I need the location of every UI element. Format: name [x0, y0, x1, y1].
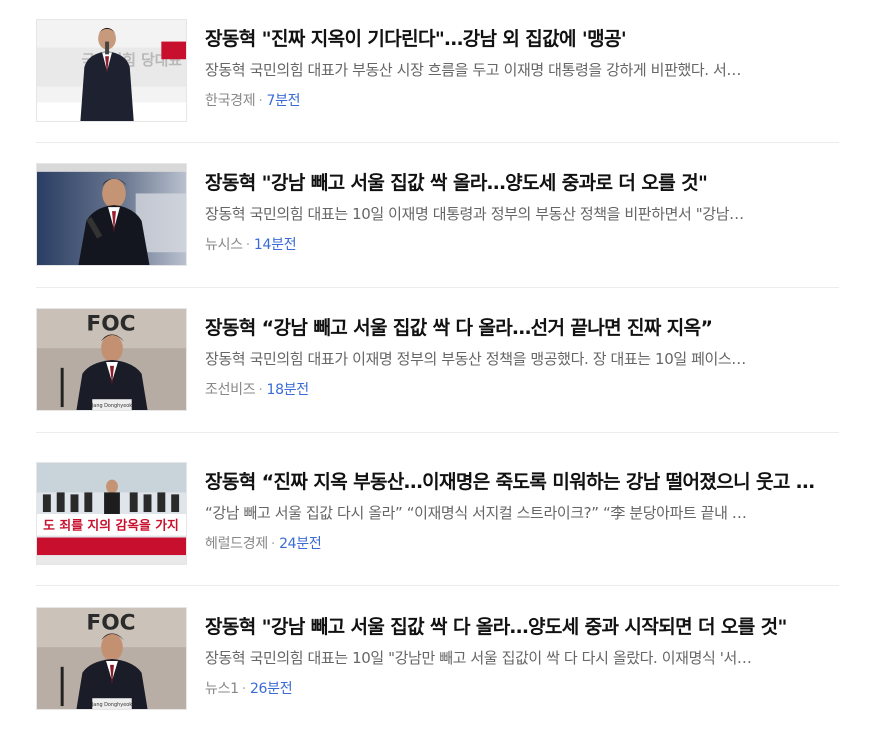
article-meta: 헤럴드경제 · 24분전	[205, 533, 322, 555]
meta-separator: ·	[258, 93, 263, 109]
press-name[interactable]: 헤럴드경제	[205, 536, 268, 552]
divider	[36, 287, 839, 288]
article-meta: 뉴스1 · 26분전	[205, 678, 293, 700]
news-item[interactable]: 장동혁 "강남 빼고 서울 집값 싹 올라…양도세 중과로 더 오를 것" 장동…	[36, 163, 839, 288]
article-title[interactable]: 장동혁 "강남 빼고 서울 집값 싹 올라…양도세 중과로 더 오를 것"	[205, 169, 835, 197]
divider	[36, 585, 839, 586]
article-thumbnail[interactable]	[36, 163, 187, 266]
meta-separator: ·	[245, 237, 250, 253]
article-thumbnail[interactable]: 도 죄를 지의 감옥을 가지	[36, 462, 187, 565]
time-ago: 26분전	[249, 681, 293, 697]
article-thumbnail[interactable]: FOC Jang Donghyeok	[36, 607, 187, 710]
article-meta: 조선비즈 · 18분전	[205, 379, 309, 401]
thumbnail-nameplate-text: Jang Donghyeok	[91, 403, 132, 409]
press-name[interactable]: 조선비즈	[205, 382, 256, 398]
time-ago: 24분전	[279, 536, 322, 552]
meta-separator: ·	[241, 681, 246, 697]
article-thumbnail[interactable]: 국민의힘 당대표	[36, 19, 187, 122]
thumbnail-nameplate-text: Jang Donghyeok	[91, 702, 132, 708]
article-title[interactable]: 장동혁 “강남 빼고 서울 집값 싹 다 올라…선거 끝나면 진짜 지옥”	[205, 314, 835, 342]
meta-separator: ·	[258, 382, 263, 398]
article-summary: 장동혁 국민의힘 대표는 10일 이재명 대통령과 정부의 부동산 정책을 비판…	[205, 205, 744, 223]
time-ago: 14분전	[253, 237, 297, 253]
meta-separator: ·	[270, 536, 276, 552]
press-name[interactable]: 뉴스1	[205, 681, 239, 697]
article-thumbnail[interactable]: FOC Jang Donghyeok	[36, 308, 187, 411]
article-meta: 뉴시스 · 14분전	[205, 234, 297, 256]
divider	[36, 142, 839, 143]
news-item[interactable]: 국민의힘 당대표 장동혁 "진짜 지옥이 기다린다"…강남 외 집값에 '맹공'…	[36, 19, 839, 144]
thumbnail-backdrop-text: FOC	[86, 312, 135, 337]
time-ago: 18분전	[266, 382, 309, 398]
thumbnail-banner-text: 도 죄를 지의 감옥을 가지	[43, 518, 179, 534]
press-name[interactable]: 한국경제	[205, 93, 256, 109]
divider	[36, 432, 839, 433]
article-summary: 장동혁 국민의힘 대표가 이재명 정부의 부동산 정책을 맹공했다. 장 대표는…	[205, 350, 746, 368]
article-title[interactable]: 장동혁 “진짜 지옥 부동산…이재명은 죽도록 미워하는 강남 떨어졌으니 웃고…	[205, 468, 835, 496]
time-ago: 7분전	[266, 93, 301, 109]
thumbnail-backdrop-text: FOC	[86, 611, 135, 636]
news-item[interactable]: FOC Jang Donghyeok 장동혁 “강남 빼고 서울 집값 싹 다 …	[36, 308, 839, 433]
article-title[interactable]: 장동혁 "진짜 지옥이 기다린다"…강남 외 집값에 '맹공'	[205, 25, 835, 53]
article-summary: 장동혁 국민의힘 대표는 10일 "강남만 빼고 서울 집값이 싹 다 다시 올…	[205, 649, 752, 667]
article-meta: 한국경제 · 7분전	[205, 90, 301, 112]
press-name[interactable]: 뉴시스	[205, 237, 243, 253]
news-item[interactable]: FOC Jang Donghyeok 장동혁 "강남 빼고 서울 집값 싹 다 …	[36, 607, 839, 732]
news-item[interactable]: 도 죄를 지의 감옥을 가지 장동혁 “진짜 지옥 부동산…이재명은 죽도록 미…	[36, 462, 839, 587]
article-title[interactable]: 장동혁 "강남 빼고 서울 집값 싹 다 올라…양도세 중과 시작되면 더 오를…	[205, 613, 835, 641]
article-summary: “강남 빼고 서울 집값 다시 올라” “이재명식 서지컬 스트라이크?” “李…	[205, 504, 747, 522]
article-summary: 장동혁 국민의힘 대표가 부동산 시장 흐름을 두고 이재명 대통령을 강하게 …	[205, 61, 742, 79]
